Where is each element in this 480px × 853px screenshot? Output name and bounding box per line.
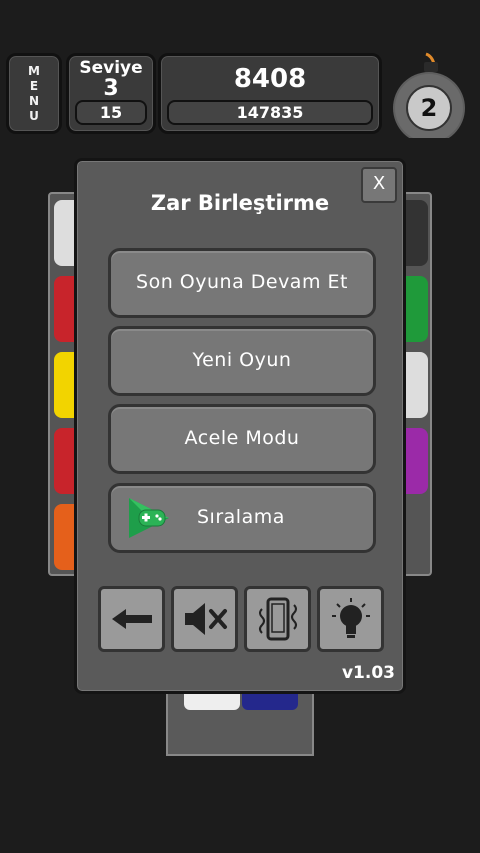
current-score: 8408 [233, 64, 307, 94]
vibrate-icon [258, 597, 297, 641]
bomb-button[interactable]: 2 [392, 50, 466, 144]
menu-button[interactable]: MENU [6, 53, 62, 134]
dialog-title: Zar Birleştirme [150, 191, 330, 215]
next-dice-tray [166, 690, 314, 756]
vibrate-toggle-button[interactable] [244, 586, 311, 652]
ranking-label: Sıralama [197, 506, 285, 528]
dice-cell [242, 694, 298, 710]
level-panel: Seviye 3 15 [66, 53, 156, 134]
lightbulb-icon [331, 598, 370, 638]
back-button[interactable] [98, 586, 165, 652]
play-games-icon [129, 498, 169, 538]
back-arrow-icon [111, 609, 152, 629]
main-menu-dialog: X Zar Birleştirme Son Oyuna Devam Et Yen… [74, 158, 406, 694]
version-label: v1.03 [341, 663, 395, 683]
ranking-button[interactable]: Sıralama [108, 483, 376, 553]
sound-muted-icon [184, 603, 227, 635]
level-value: 3 [103, 76, 119, 101]
new-game-button[interactable]: Yeni Oyun [108, 326, 376, 396]
level-sub-value: 15 [75, 100, 147, 125]
level-label: Seviye [79, 58, 143, 78]
continue-game-button[interactable]: Son Oyuna Devam Et [108, 248, 376, 318]
menu-label: MENU [28, 63, 40, 123]
hint-button[interactable] [317, 586, 384, 652]
bomb-count: 2 [420, 94, 438, 122]
rush-mode-button[interactable]: Acele Modu [108, 404, 376, 474]
dice-cell [184, 694, 240, 710]
best-score: 147835 [167, 100, 373, 125]
sound-toggle-button[interactable] [171, 586, 238, 652]
score-panel: 8408 147835 [158, 53, 382, 134]
